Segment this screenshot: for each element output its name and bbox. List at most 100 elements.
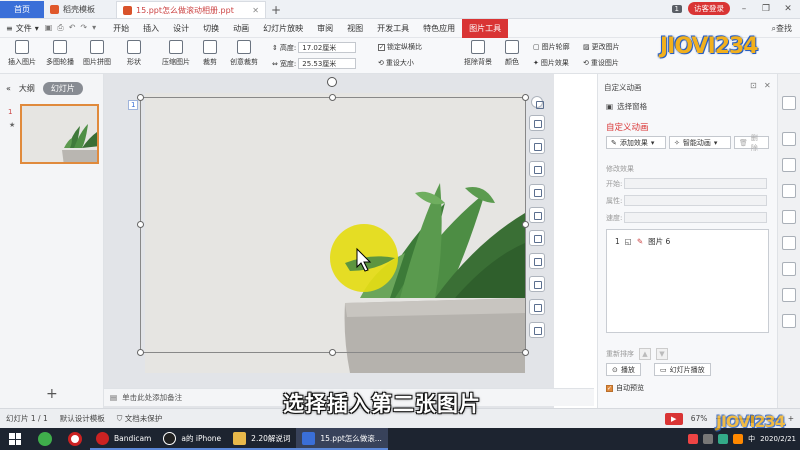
menu-developer[interactable]: 开发工具 [370,19,416,38]
copy-icon[interactable] [529,253,545,269]
link-icon[interactable] [529,161,545,177]
tab-slides[interactable]: 幻灯片 [42,82,83,95]
tab-docer-templates[interactable]: 稻壳模板 [44,1,116,18]
ime-indicator[interactable]: 中 [748,434,755,444]
crop-quick-icon[interactable] [529,138,545,154]
resize-handle-e[interactable] [522,221,529,228]
succulent-picture[interactable] [145,93,525,373]
slash-icon[interactable] [529,322,545,338]
rotate-handle[interactable] [327,77,337,87]
layers-icon[interactable] [529,115,545,131]
add-slide-icon[interactable]: + [46,386,58,402]
menu-picture-tools[interactable]: 图片工具 [462,18,509,38]
format-icon[interactable] [782,184,796,198]
resize-handle-se[interactable] [522,349,529,356]
reset-picture-button[interactable]: ⟲ 重设图片 [583,58,619,68]
minimize-icon[interactable]: – [736,4,752,14]
reset-size-button[interactable]: ⟲ 重设大小 [378,58,414,68]
panel-close-icon[interactable]: ✕ [764,81,771,90]
speed-select[interactable] [624,212,767,223]
menu-design[interactable]: 设计 [166,19,196,38]
quick-access-more-icon[interactable]: ▾ [92,23,96,33]
change-picture-button[interactable]: ▨ 更改图片 [583,42,620,52]
menu-view[interactable]: 视图 [340,19,370,38]
tray-network-icon[interactable] [718,434,729,444]
tab-document[interactable]: 15.ppt怎么做滚动相册.ppt ✕ [116,1,266,18]
shape-panel-icon[interactable] [782,210,796,224]
tray-app-icon[interactable] [688,434,699,444]
collapse-panel-icon[interactable]: « [6,84,11,93]
picture-outline-button[interactable]: ▢ 图片轮廓 [533,42,570,52]
shape-button[interactable]: 形状 [127,40,141,67]
resize-handle-sw[interactable] [137,349,144,356]
redo-icon[interactable]: ↷ [80,23,87,33]
menu-special-apps[interactable]: 特色应用 [416,19,462,38]
height-input[interactable]: 17.02厘米 [298,42,357,53]
app-green-icon[interactable] [30,428,60,450]
menu-animation[interactable]: 动画 [226,19,256,38]
auto-preview-checkbox[interactable]: ✓ 自动预览 [606,383,644,393]
slide[interactable] [145,93,525,373]
creative-crop-button[interactable]: 创意裁剪 [230,40,258,67]
task-wps[interactable]: 15.ppt怎么做滚... [296,428,388,450]
gallery-icon[interactable] [529,276,545,292]
close-window-icon[interactable]: ✕ [780,4,796,14]
resize-handle-w[interactable] [137,221,144,228]
star-icon[interactable] [782,158,796,172]
protect-status[interactable]: ⛉ 文档未保护 [117,413,163,424]
clock[interactable]: 2020/2/21 [760,435,796,444]
insert-picture-button[interactable]: 插入图片 [8,40,36,67]
animation-list[interactable]: 1 ◱ ✎ 图片 6 [606,229,769,333]
resize-handle-nw[interactable] [137,94,144,101]
delete-button[interactable]: 🗑 删除 [734,134,769,152]
record-icon[interactable] [60,428,90,450]
list-item[interactable]: 1 ◱ ✎ 图片 6 [615,236,670,247]
panel-pin-icon[interactable]: ⊡ [750,81,757,90]
menu-home[interactable]: 开始 [106,19,136,38]
smart-animation-button[interactable]: ✧ 智能动画 ▾ [669,136,731,149]
minus-icon[interactable] [531,96,544,109]
settings-icon[interactable] [782,288,796,302]
remove-background-button[interactable]: 抠除背景 [464,40,492,67]
undo-icon[interactable]: ↶ [69,23,76,33]
color-button[interactable]: 颜色 [505,40,519,67]
compress-picture-button[interactable]: 压缩图片 [162,40,190,67]
visitor-login-button[interactable]: 访客登录 [688,2,730,15]
add-effect-button[interactable]: ✎ 添加效果 ▾ [606,136,666,149]
maximize-icon[interactable]: ❐ [758,4,774,14]
menu-insert[interactable]: 插入 [136,19,166,38]
resize-handle-n[interactable] [329,94,336,101]
picture-effect-button[interactable]: ✦ 图片效果 [533,58,569,68]
file-menu[interactable]: ≡ 文件 ▾ [0,23,45,34]
menu-transition[interactable]: 切换 [196,19,226,38]
close-tab-icon[interactable]: ✕ [252,6,259,15]
grid-icon[interactable] [529,230,545,246]
search-button[interactable]: ⌕查找 [772,23,792,34]
tray-chevron-icon[interactable] [703,434,714,444]
slideshow-play-button[interactable]: ▶ [664,412,683,425]
zoom-level[interactable]: 67% [691,414,708,423]
resize-handle-ne[interactable] [522,94,529,101]
design-template[interactable]: 默认设计模板 [60,413,105,424]
start-button[interactable] [0,428,30,450]
image-edit-icon[interactable] [529,299,545,315]
slide-thumbnail[interactable] [20,104,99,164]
tray-security-icon[interactable] [733,434,744,444]
task-bandicam[interactable]: Bandicam [90,428,158,450]
border-icon[interactable] [529,184,545,200]
tag-icon[interactable] [782,314,796,328]
save-icon[interactable]: ▣ [45,23,53,33]
pen-icon[interactable] [782,236,796,250]
zoom-panel-icon[interactable] [782,262,796,276]
property-select[interactable] [624,195,767,206]
zoom-in-icon[interactable]: + [788,414,794,423]
move-up-icon[interactable]: ▲ [639,348,651,360]
new-tab-icon[interactable]: + [266,1,286,18]
menu-slideshow[interactable]: 幻灯片放映 [256,19,310,38]
resize-handle-s[interactable] [329,349,336,356]
task-qq[interactable]: a的 iPhone [157,428,228,450]
home-icon[interactable] [782,96,796,110]
picture-split-button[interactable]: 图片拼图 [83,40,111,67]
play-button[interactable]: ⊙ 播放 [606,363,641,376]
print-icon[interactable]: ⎙ [57,23,63,33]
